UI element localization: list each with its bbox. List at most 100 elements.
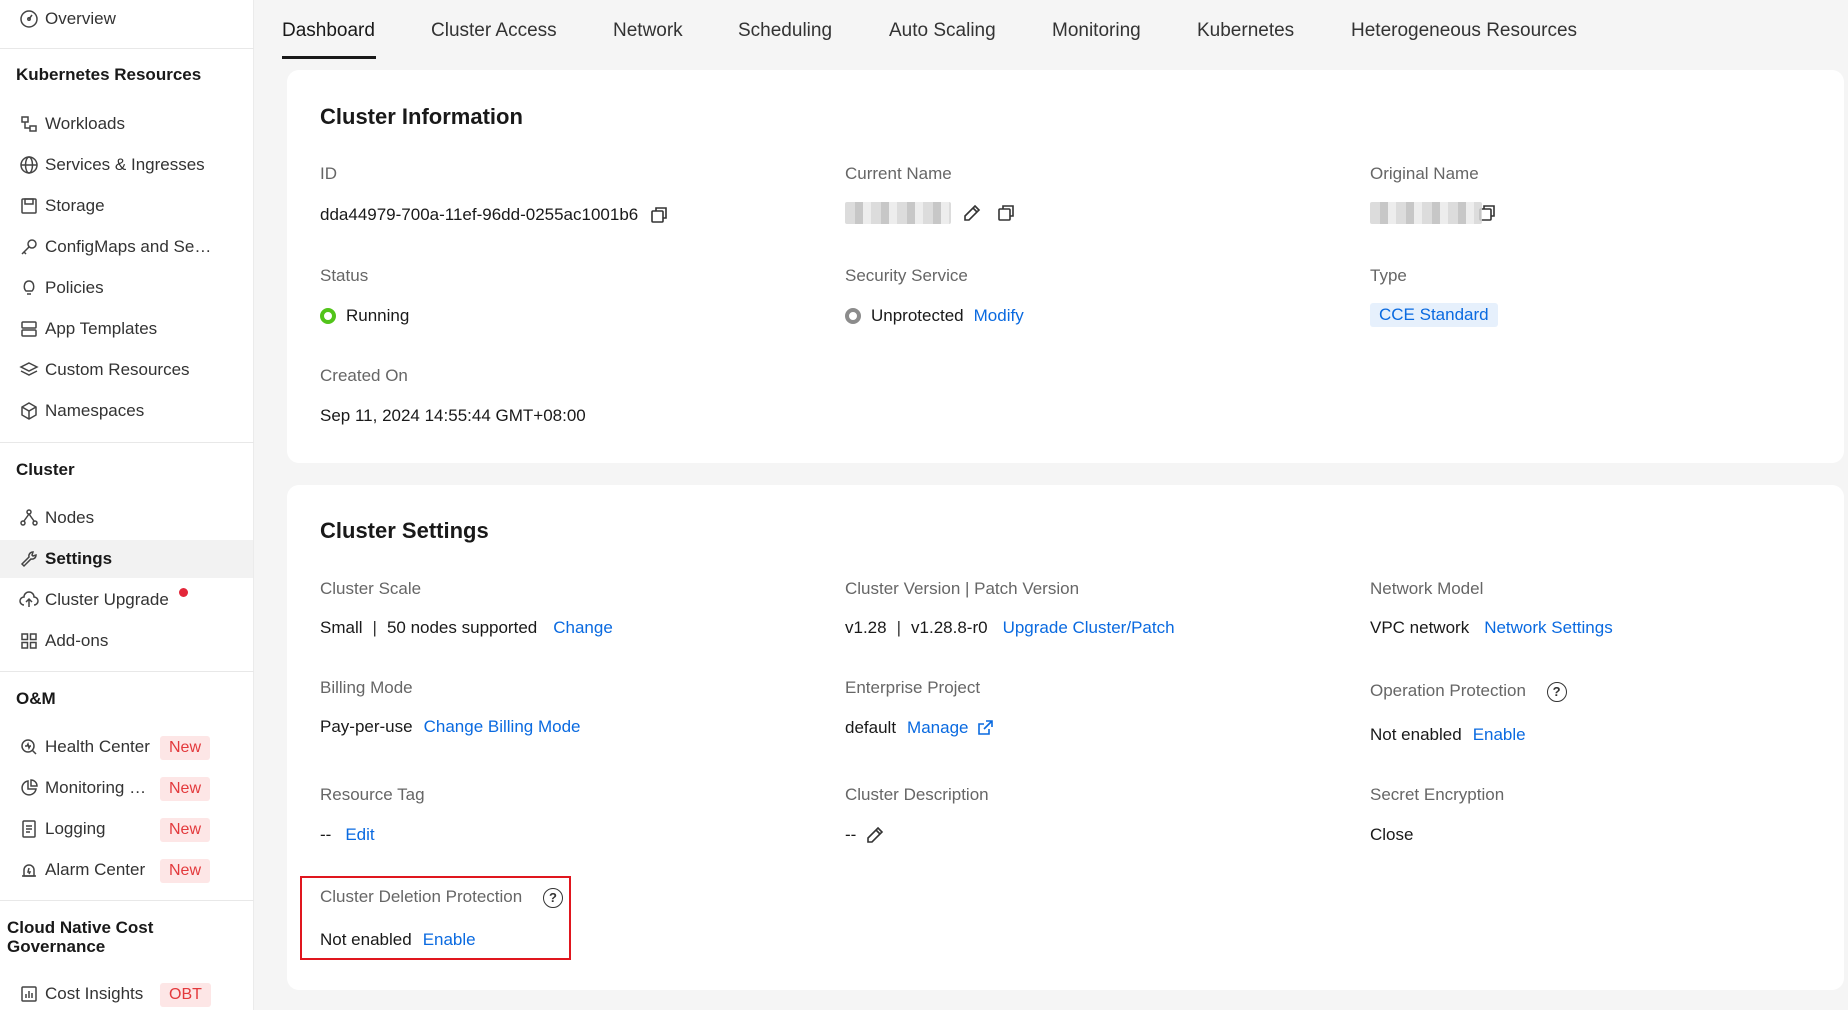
sidebar-item-app-templates[interactable]: App Templates [0,310,253,348]
section-om: O&M [16,689,56,708]
help-icon[interactable]: ? [1546,681,1567,702]
network-value: VPC network [1370,618,1470,637]
sidebar-item-add-ons[interactable]: Add-ons [0,622,253,660]
divider [0,442,254,443]
network-settings-link[interactable]: Network Settings [1484,618,1613,638]
key-icon [18,236,40,258]
sidebar-item-label: Storage [45,196,105,215]
storage-icon [18,195,40,217]
tab-cluster-access[interactable]: Cluster Access [431,20,557,42]
network-model-label: Network Model [1370,579,1484,598]
sidebar-item-services-ingresses[interactable]: Services & Ingresses [0,146,253,184]
running-status-icon [320,308,336,324]
tab-bar: Dashboard Cluster Access Network Schedul… [254,0,1848,68]
security-value: Unprotected [871,306,964,325]
edit-icon[interactable] [864,824,886,846]
sidebar-item-label: Health Center [45,737,150,756]
sidebar-item-label: Settings [45,549,113,568]
document-icon [18,818,40,840]
sidebar-item-label: Cluster Upgrade [45,590,169,609]
cluster-version-row: v1.28 | v1.28.8-r0 Upgrade Cluster/Patch [845,618,1175,638]
template-icon [18,318,40,340]
sidebar-item-cluster-upgrade[interactable]: Cluster Upgrade [0,581,253,619]
change-billing-link[interactable]: Change Billing Mode [424,717,581,737]
sidebar-item-label: Nodes [45,508,95,527]
type-label: Type [1370,266,1407,285]
cloud-upload-icon [18,589,40,611]
external-link-icon[interactable] [974,717,996,739]
divider [0,671,254,672]
divider [0,900,254,901]
tab-heterogeneous-resources[interactable]: Heterogeneous Resources [1351,20,1577,42]
sidebar-item-settings[interactable]: Settings [0,540,253,578]
operation-protection-label: Operation Protection [1370,681,1526,700]
type-value-row: CCE Standard [1370,303,1498,327]
sidebar-item-workloads[interactable]: Workloads [0,105,253,143]
tab-auto-scaling[interactable]: Auto Scaling [889,20,996,42]
modify-security-link[interactable]: Modify [974,306,1024,326]
patch-version: v1.28.8-r0 [911,618,988,637]
redacted-original-name [1370,202,1482,224]
original-name-label: Original Name [1370,164,1479,183]
unprotected-status-icon [845,308,861,324]
sidebar-item-configmaps[interactable]: ConfigMaps and Se… [0,228,253,266]
sidebar-item-label: Add-ons [45,631,109,650]
upgrade-cluster-link[interactable]: Upgrade Cluster/Patch [1003,618,1175,638]
tab-scheduling[interactable]: Scheduling [738,20,832,42]
operation-protection-label-row: Operation Protection ? [1370,681,1567,702]
security-service-row: Unprotected Modify [845,306,1024,326]
billing-value: Pay-per-use [320,717,413,736]
cluster-id: dda44979-700a-11ef-96dd-0255ac1001b6 [320,205,639,224]
sidebar-item-cost-insights[interactable]: Cost Insights OBT [0,975,253,1010]
sidebar-item-label: Services & Ingresses [45,155,205,174]
created-value: Sep 11, 2024 14:55:44 GMT+08:00 [320,406,586,425]
cluster-information-card: Cluster Information ID dda44979-700a-11e… [287,70,1844,463]
type-tag: CCE Standard [1370,303,1498,327]
operation-protection-row: Not enabled Enable [1370,725,1526,745]
cube-icon [18,400,40,422]
separator: | [896,618,902,637]
notification-dot [179,588,188,597]
enterprise-project-row: default Manage [845,717,996,739]
sidebar-item-monitoring[interactable]: Monitoring … New [0,769,253,807]
sidebar-item-namespaces[interactable]: Namespaces [0,392,253,430]
sidebar-item-policies[interactable]: Policies [0,269,253,307]
resource-tag-label: Resource Tag [320,785,425,804]
cluster-description-row: -- [845,824,886,846]
change-scale-link[interactable]: Change [553,618,613,638]
enterprise-value: default [845,718,897,737]
edit-tag-link[interactable]: Edit [345,825,374,845]
sidebar-item-label: Alarm Center [45,860,146,879]
status-label: Status [320,266,369,285]
security-service-label: Security Service [845,266,968,285]
sidebar-item-health-center[interactable]: Health Center New [0,728,253,766]
cluster-version-label: Cluster Version | Patch Version [845,579,1080,598]
enable-op-protection-link[interactable]: Enable [1473,725,1526,745]
wrench-icon [18,548,40,570]
sidebar-item-label: Custom Resources [45,360,190,379]
tab-monitoring[interactable]: Monitoring [1052,20,1141,42]
cluster-description-label: Cluster Description [845,785,989,804]
sidebar-item-custom-resources[interactable]: Custom Resources [0,351,253,389]
tab-dashboard[interactable]: Dashboard [282,20,375,42]
copy-icon[interactable] [648,204,670,226]
tag-value: -- [320,825,332,844]
card-title: Cluster Information [320,104,523,129]
highlight-box [300,876,571,960]
health-search-icon [18,736,40,758]
sidebar-item-logging[interactable]: Logging New [0,810,253,848]
section-cost-governance: Cloud Native Cost Governance [7,918,154,956]
copy-icon[interactable] [995,202,1017,224]
sidebar-item-alarm-center[interactable]: Alarm Center New [0,851,253,889]
billing-mode-row: Pay-per-use Change Billing Mode [320,717,581,737]
tab-network[interactable]: Network [613,20,683,42]
divider [0,48,254,49]
edit-icon[interactable] [961,202,983,224]
sidebar-item-label: Logging [45,819,106,838]
original-name-row [1370,202,1498,224]
tab-kubernetes[interactable]: Kubernetes [1197,20,1294,42]
manage-project-link[interactable]: Manage [907,718,968,738]
sidebar-item-nodes[interactable]: Nodes [0,499,253,537]
sidebar-item-overview[interactable]: Overview [0,0,253,38]
sidebar-item-storage[interactable]: Storage [0,187,253,225]
